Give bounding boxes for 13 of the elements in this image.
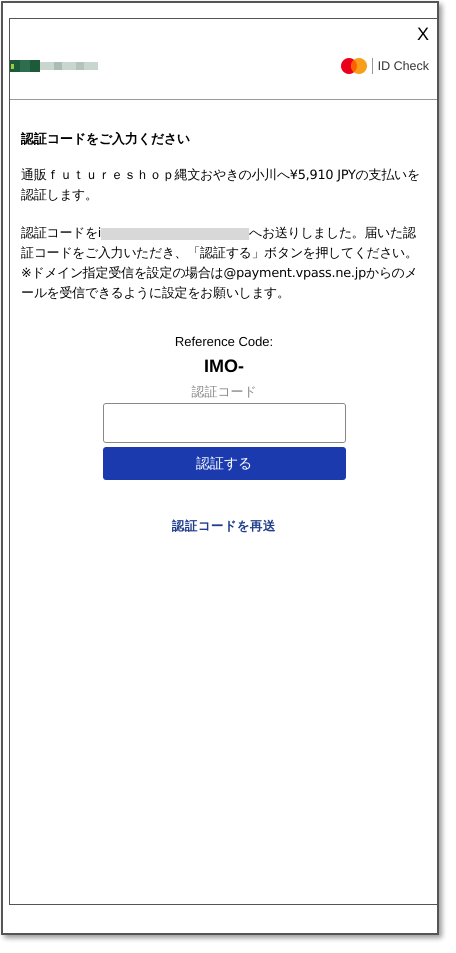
field-label: 認証コード <box>192 384 256 401</box>
close-button[interactable]: X <box>416 24 429 45</box>
reference-code: IMO- <box>204 356 244 377</box>
mastercard-icon <box>340 58 367 74</box>
message-paragraph: 認証コードをi へお送りしました。届いた認証コードをご入力いただき、「認証する」ボタンを押してください。 <box>21 225 419 263</box>
code-input-field[interactable] <box>102 403 346 443</box>
reference-label: Reference Code: <box>174 334 274 350</box>
page-title: 認証コードをご入力ください <box>21 130 191 148</box>
submit-button[interactable]: 認証する <box>102 447 346 480</box>
id-check-label: ID Check <box>378 59 429 73</box>
message-paragraph: 通販ｆｕｔｕｒｅｓｈｏｐ縄文おやきの小川へ¥5,910 JPYの支払いを認証します。 <box>21 167 421 205</box>
resend-link[interactable]: 認証コードを再送 <box>172 518 276 535</box>
notice-text: ※ドメイン指定受信を設定の場合は@payment.vpass.ne.jpからのメールを受信できるように設定をお願いします。 <box>21 265 418 303</box>
